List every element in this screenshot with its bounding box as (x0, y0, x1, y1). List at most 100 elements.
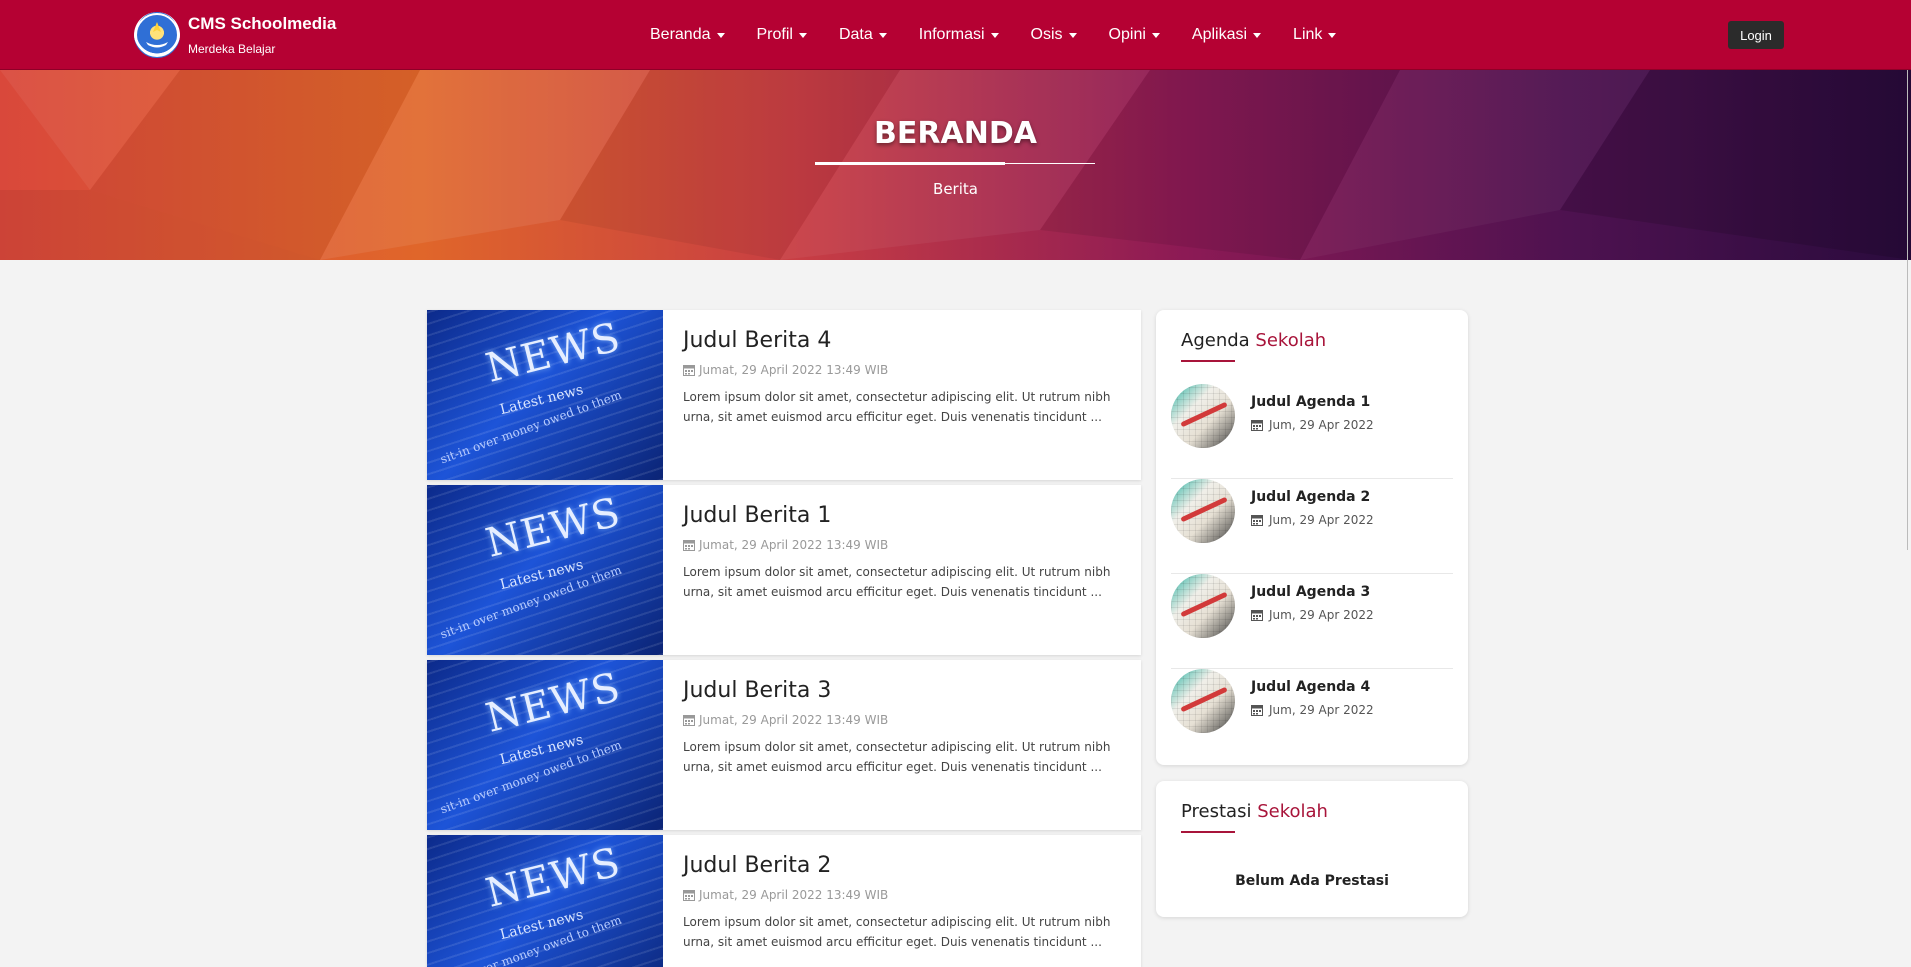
agenda-date-text: Jum, 29 Apr 2022 (1269, 418, 1374, 432)
nav-item-label: Informasi (918, 26, 985, 43)
brand-subtitle: Merdeka Belajar (188, 42, 276, 56)
agenda-title[interactable]: Judul Agenda 4 (1251, 679, 1370, 695)
nav-item-osis[interactable]: Osis (1031, 26, 1077, 44)
agenda-date: Jum, 29 Apr 2022 (1251, 418, 1374, 432)
agenda-title-main: Agenda (1181, 330, 1250, 351)
agenda-date-text: Jum, 29 Apr 2022 (1269, 608, 1374, 622)
nav-item-aplikasi[interactable]: Aplikasi (1191, 26, 1262, 44)
agenda-date: Jum, 29 Apr 2022 (1251, 703, 1374, 717)
brand[interactable]: CMS Schoolmedia Merdeka Belajar (134, 10, 336, 60)
calendar-icon (1251, 420, 1263, 431)
nav-item-beranda[interactable]: Beranda (650, 26, 725, 44)
agenda-title[interactable]: Judul Agenda 3 (1251, 584, 1370, 600)
news-date-text: Jumat, 29 April 2022 13:49 WIB (699, 538, 889, 552)
caret-down-icon (716, 32, 725, 38)
news-excerpt: Lorem ipsum dolor sit amet, consectetur … (683, 740, 1111, 774)
title-divider-accent (815, 162, 1005, 165)
nav-item-data[interactable]: Data (839, 26, 887, 44)
news-date: Jumat, 29 April 2022 13:49 WIB (683, 363, 1121, 377)
news-thumbnail[interactable]: NEWS Latest news sit-in over money owed … (427, 310, 663, 480)
news-excerpt: Lorem ipsum dolor sit amet, consectetur … (683, 565, 1111, 599)
agenda-thumbnail[interactable] (1171, 479, 1235, 543)
news-thumbnail[interactable]: NEWS Latest news sit-in over money owed … (427, 485, 663, 655)
caret-down-icon (1151, 32, 1160, 38)
news-card[interactable]: NEWS Latest news sit-in over money owed … (427, 485, 1141, 655)
caret-down-icon (1328, 32, 1337, 38)
calendar-icon (683, 365, 695, 376)
nav-item-label: Aplikasi (1191, 26, 1248, 43)
agenda-thumbnail[interactable] (1171, 384, 1235, 448)
title-underline (1181, 831, 1235, 833)
prestasi-empty-message: Belum Ada Prestasi (1235, 873, 1389, 889)
agenda-item[interactable]: Judul Agenda 2 Jum, 29 Apr 2022 (1171, 479, 1453, 574)
nav-item-profil[interactable]: Profil (757, 26, 807, 44)
news-thumbnail[interactable]: NEWS Latest news sit-in over money owed … (427, 835, 663, 967)
prestasi-panel: Prestasi Sekolah Belum Ada Prestasi (1156, 781, 1468, 917)
agenda-thumbnail[interactable] (1171, 669, 1235, 733)
caret-down-icon (878, 32, 887, 38)
calendar-icon (683, 540, 695, 551)
news-list: NEWS Latest news sit-in over money owed … (427, 310, 1141, 967)
main-menu: Beranda Profil Data Informasi Osis Opini… (650, 0, 1368, 70)
calendar-icon (1251, 705, 1263, 716)
agenda-panel-title: Agenda Sekolah (1181, 330, 1326, 351)
agenda-title[interactable]: Judul Agenda 1 (1251, 394, 1370, 410)
agenda-panel: Agenda Sekolah Judul Agenda 1 Jum, 29 Ap… (1156, 310, 1468, 765)
nav-item-label: Profil (756, 26, 793, 43)
nav-item-label: Data (838, 26, 873, 43)
agenda-date-text: Jum, 29 Apr 2022 (1269, 703, 1374, 717)
agenda-date: Jum, 29 Apr 2022 (1251, 513, 1374, 527)
agenda-title[interactable]: Judul Agenda 2 (1251, 489, 1370, 505)
prestasi-title-accent: Sekolah (1257, 801, 1328, 822)
news-title[interactable]: Judul Berita 3 (683, 678, 1121, 703)
news-card[interactable]: NEWS Latest news sit-in over money owed … (427, 310, 1141, 480)
agenda-item[interactable]: Judul Agenda 4 Jum, 29 Apr 2022 (1171, 669, 1453, 764)
calendar-icon (1251, 610, 1263, 621)
news-thumbnail[interactable]: NEWS Latest news sit-in over money owed … (427, 660, 663, 830)
calendar-icon (683, 715, 695, 726)
page-edge-line (1907, 70, 1908, 550)
calendar-icon (1251, 515, 1263, 526)
nav-item-informasi[interactable]: Informasi (919, 26, 999, 44)
nav-item-label: Opini (1108, 26, 1146, 43)
page-subtitle: Berita (933, 180, 978, 198)
news-excerpt: Lorem ipsum dolor sit amet, consectetur … (683, 390, 1111, 424)
news-title[interactable]: Judul Berita 1 (683, 503, 1121, 528)
calendar-icon (683, 890, 695, 901)
brand-title: CMS Schoolmedia (188, 14, 337, 33)
agenda-thumbnail[interactable] (1171, 574, 1235, 638)
top-navbar: CMS Schoolmedia Merdeka Belajar Beranda … (0, 0, 1911, 70)
caret-down-icon (1068, 32, 1077, 38)
news-excerpt: Lorem ipsum dolor sit amet, consectetur … (683, 915, 1111, 949)
prestasi-panel-title: Prestasi Sekolah (1181, 801, 1328, 822)
news-date-text: Jumat, 29 April 2022 13:49 WIB (699, 363, 889, 377)
page-title: BERANDA (874, 116, 1037, 151)
prestasi-title-main: Prestasi (1181, 801, 1252, 822)
nav-item-label: Osis (1030, 26, 1063, 43)
agenda-date-text: Jum, 29 Apr 2022 (1269, 513, 1374, 527)
nav-item-label: Beranda (650, 26, 711, 43)
login-button[interactable]: Login (1728, 21, 1784, 49)
page-hero-banner: BERANDA Berita (0, 70, 1911, 260)
polygon-background (0, 70, 1911, 260)
caret-down-icon (1253, 32, 1262, 38)
agenda-date: Jum, 29 Apr 2022 (1251, 608, 1374, 622)
news-card[interactable]: NEWS Latest news sit-in over money owed … (427, 835, 1141, 967)
news-title[interactable]: Judul Berita 4 (683, 328, 1121, 353)
agenda-title-accent: Sekolah (1255, 330, 1327, 351)
news-date: Jumat, 29 April 2022 13:49 WIB (683, 538, 1121, 552)
news-date: Jumat, 29 April 2022 13:49 WIB (683, 888, 1121, 902)
nav-item-link[interactable]: Link (1293, 26, 1337, 44)
news-title[interactable]: Judul Berita 2 (683, 853, 1121, 878)
agenda-item[interactable]: Judul Agenda 3 Jum, 29 Apr 2022 (1171, 574, 1453, 669)
nav-item-label: Link (1293, 26, 1323, 43)
agenda-item[interactable]: Judul Agenda 1 Jum, 29 Apr 2022 (1171, 384, 1453, 479)
caret-down-icon (798, 32, 807, 38)
nav-item-opini[interactable]: Opini (1109, 26, 1160, 44)
news-date: Jumat, 29 April 2022 13:49 WIB (683, 713, 1121, 727)
news-date-text: Jumat, 29 April 2022 13:49 WIB (699, 713, 889, 727)
school-logo-icon (134, 12, 180, 58)
news-date-text: Jumat, 29 April 2022 13:49 WIB (699, 888, 889, 902)
title-underline (1181, 360, 1235, 362)
news-card[interactable]: NEWS Latest news sit-in over money owed … (427, 660, 1141, 830)
